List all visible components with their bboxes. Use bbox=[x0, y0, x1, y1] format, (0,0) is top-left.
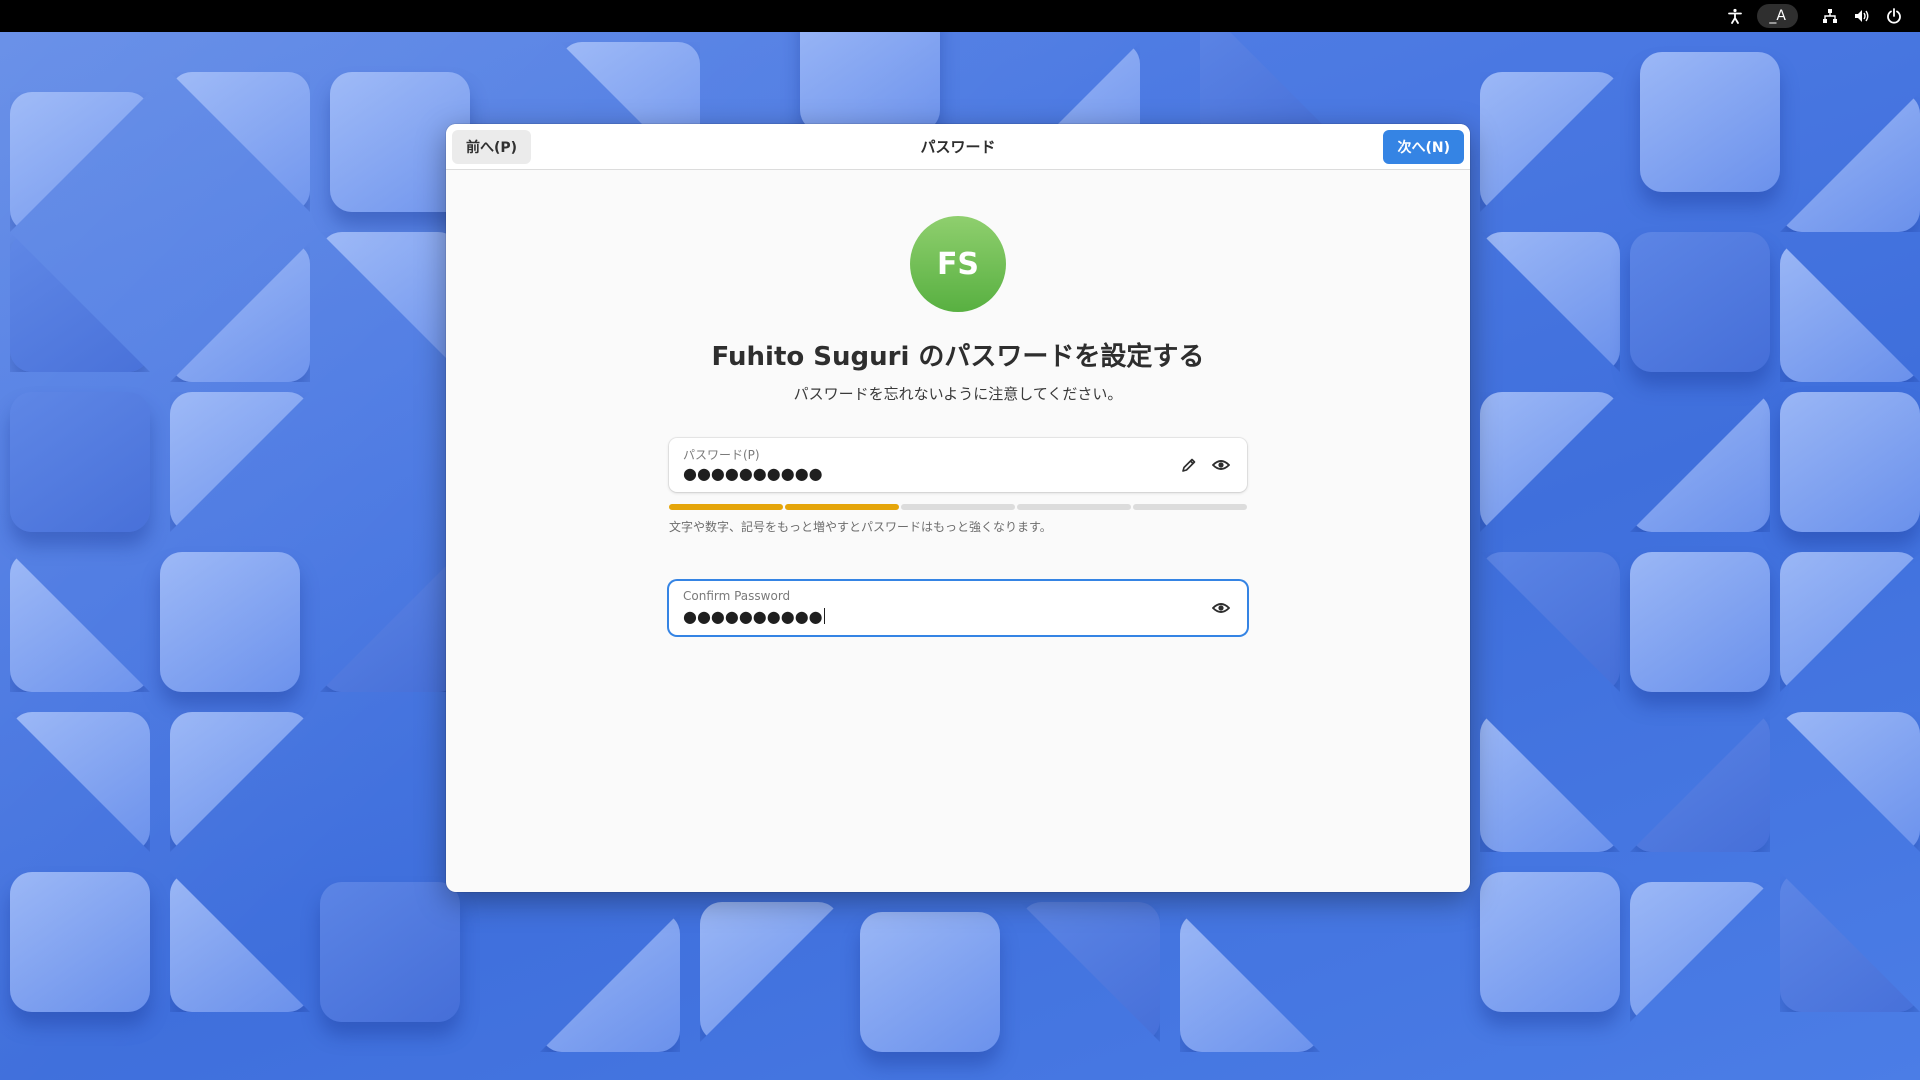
password-field[interactable]: パスワード(P) ●●●●●●●●●● bbox=[669, 438, 1247, 492]
confirm-password-label: Confirm Password bbox=[683, 589, 791, 603]
network-icon bbox=[1816, 4, 1844, 28]
page-heading: Fuhito Suguri のパスワードを設定する bbox=[711, 342, 1205, 372]
avatar: FS bbox=[910, 216, 1006, 312]
password-page: FS Fuhito Suguri のパスワードを設定する パスワードを忘れないよ… bbox=[446, 170, 1470, 635]
strength-segment bbox=[785, 504, 899, 510]
input-source-indicator[interactable]: _A bbox=[1757, 4, 1798, 28]
confirm-password-input[interactable]: ●●●●●●●●●● bbox=[683, 607, 825, 626]
strength-segment bbox=[1017, 504, 1131, 510]
setup-window: 前へ(P) パスワード 次へ(N) FS Fuhito Suguri のパスワー… bbox=[446, 124, 1470, 892]
volume-icon bbox=[1848, 4, 1876, 28]
confirm-password-field[interactable]: Confirm Password ●●●●●●●●●● bbox=[669, 581, 1247, 635]
password-label: パスワード(P) bbox=[683, 448, 760, 462]
password-strength-bar bbox=[669, 504, 1247, 510]
top-bar: _A bbox=[0, 0, 1920, 32]
window-header: 前へ(P) パスワード 次へ(N) bbox=[446, 124, 1470, 170]
window-title: パスワード bbox=[920, 138, 996, 156]
confirm-password-value: ●●●●●●●●●● bbox=[683, 607, 823, 626]
show-confirm-password-icon[interactable] bbox=[1205, 592, 1237, 624]
previous-button[interactable]: 前へ(P) bbox=[452, 129, 532, 164]
strength-segment bbox=[901, 504, 1015, 510]
accessibility-icon[interactable] bbox=[1721, 4, 1749, 28]
page-subtitle: パスワードを忘れないように注意してください。 bbox=[793, 385, 1123, 403]
next-button[interactable]: 次へ(N) bbox=[1383, 129, 1464, 164]
strength-segment bbox=[1133, 504, 1247, 510]
password-field-icons bbox=[1173, 438, 1237, 492]
power-icon bbox=[1880, 4, 1908, 28]
system-status-menu[interactable] bbox=[1812, 4, 1908, 28]
show-password-icon[interactable] bbox=[1205, 449, 1237, 481]
password-strength-hint: 文字や数字、記号をもっと増やすとパスワードはもっと強くなります。 bbox=[669, 520, 1052, 534]
password-input[interactable]: ●●●●●●●●●● bbox=[683, 464, 823, 483]
confirm-field-icons bbox=[1205, 581, 1237, 635]
edit-icon[interactable] bbox=[1173, 449, 1205, 481]
text-caret bbox=[823, 608, 825, 624]
input-source-label: _A bbox=[1769, 8, 1786, 24]
strength-segment bbox=[669, 504, 783, 510]
